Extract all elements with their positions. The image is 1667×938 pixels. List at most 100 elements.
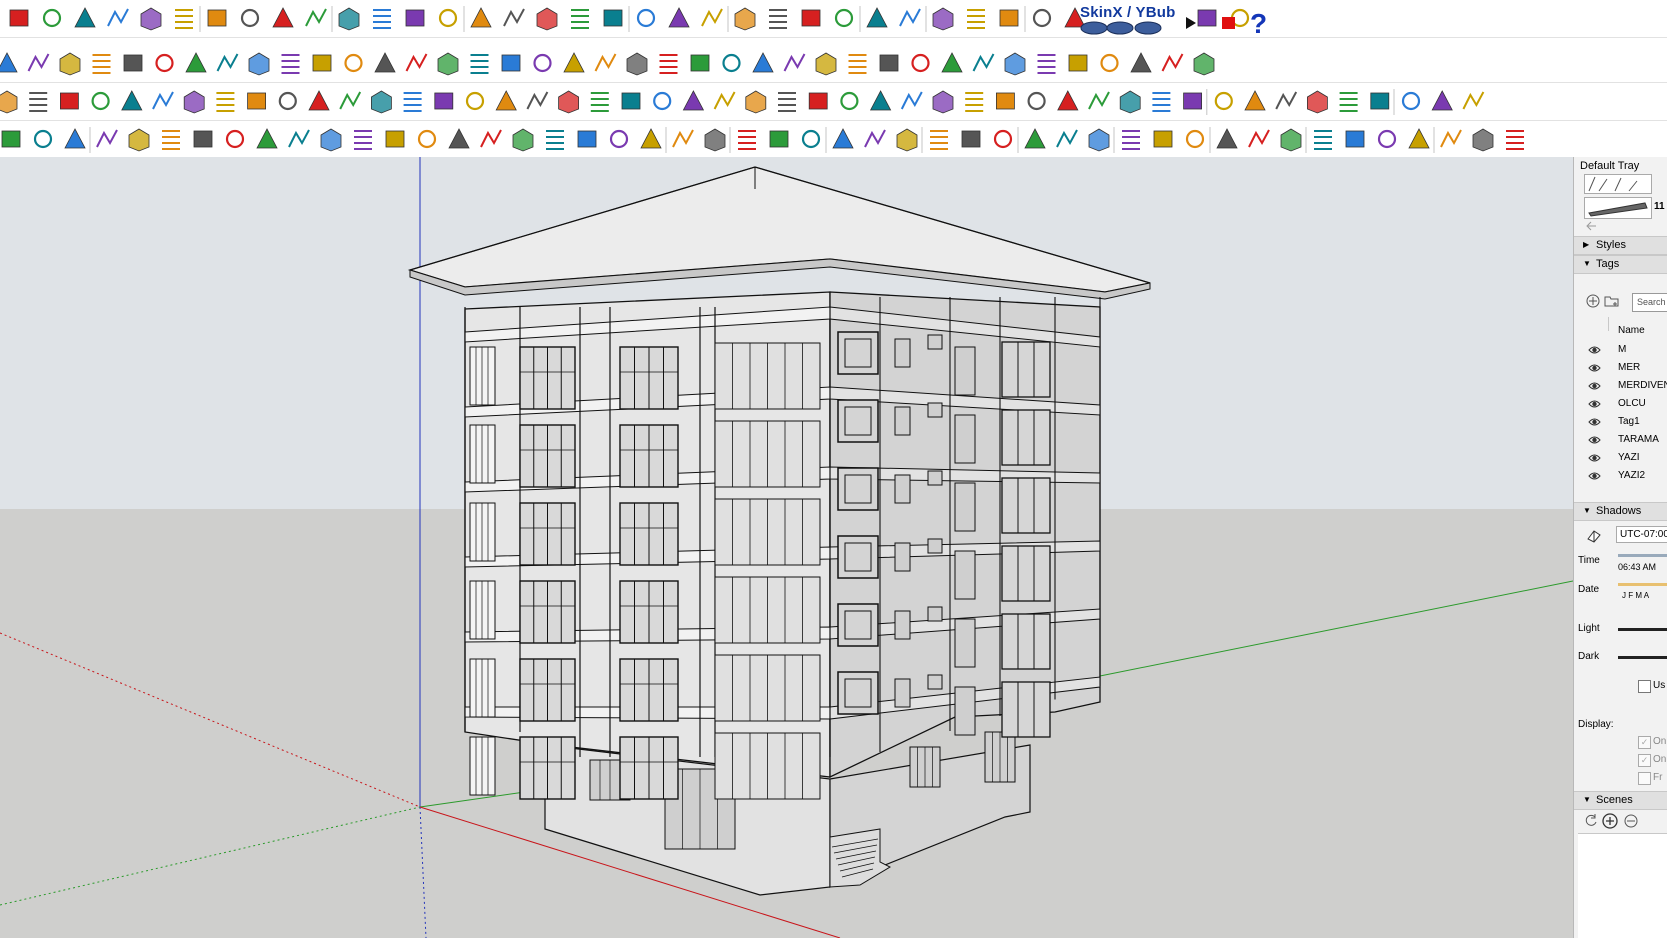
play-icon[interactable] — [1186, 17, 1196, 29]
toolbar-tool-icon[interactable] — [1431, 90, 1453, 111]
toolbar-tool-icon[interactable] — [848, 54, 867, 74]
toolbar-tool-icon[interactable] — [74, 7, 96, 28]
toolbar-tool-icon[interactable] — [930, 130, 948, 150]
toolbar-tool-icon[interactable] — [1307, 90, 1328, 114]
toolbar-tool-icon[interactable] — [308, 90, 330, 111]
toolbar-tool-icon[interactable] — [207, 9, 227, 27]
toolbar-tool-icon[interactable] — [175, 9, 193, 29]
toolbar-tool-icon[interactable] — [344, 53, 363, 73]
add-tag-icon[interactable] — [1586, 294, 1600, 311]
toolbar-tool-icon[interactable] — [1408, 128, 1430, 149]
toolbar-tool-icon[interactable] — [27, 53, 50, 72]
date-slider[interactable] — [1618, 583, 1667, 586]
toolbar-tool-icon[interactable] — [339, 91, 362, 110]
toolbar-tool-icon[interactable] — [621, 92, 641, 110]
toolbar-tool-icon[interactable] — [996, 92, 1015, 110]
toolbar-tool-icon[interactable] — [1345, 130, 1365, 148]
toolbar-tool-icon[interactable] — [225, 129, 245, 149]
toolbar-tool-icon[interactable] — [783, 53, 806, 72]
display-checkbox[interactable] — [1638, 772, 1651, 785]
toolbar-tool-icon[interactable] — [305, 8, 327, 27]
toolbar-tool-icon[interactable] — [1248, 129, 1270, 148]
toolbar-tool-icon[interactable] — [738, 130, 756, 150]
toolbar-tool-icon[interactable] — [288, 129, 310, 148]
toolbar-tool-icon[interactable] — [869, 90, 892, 111]
toolbar-tool-icon[interactable] — [256, 128, 278, 149]
toolbar-tool-icon[interactable] — [1339, 92, 1358, 112]
toolbar-tool-icon[interactable] — [1462, 91, 1485, 110]
toolbar-tool-icon[interactable] — [653, 91, 672, 111]
toolbar-tool-icon[interactable] — [1068, 54, 1088, 72]
toolbar-tool-icon[interactable] — [501, 54, 521, 72]
toolbar-tool-icon[interactable] — [1214, 91, 1233, 111]
toolbar-tool-icon[interactable] — [659, 54, 678, 74]
toolbar-tool-icon[interactable] — [571, 9, 589, 29]
toolbar-tool-icon[interactable] — [533, 53, 552, 73]
toolbar-tool-icon[interactable] — [434, 92, 454, 110]
toolbar-tool-icon[interactable] — [183, 90, 205, 114]
toolbar-tool-icon[interactable] — [33, 129, 53, 149]
toolbar-tool-icon[interactable] — [1056, 129, 1078, 148]
update-scene-icon[interactable] — [1584, 813, 1598, 830]
model-viewport[interactable] — [0, 157, 1573, 938]
toolbar-tool-icon[interactable] — [1244, 90, 1266, 111]
toolbar-tool-icon[interactable] — [1032, 8, 1052, 28]
toolbar-tool-icon[interactable] — [185, 52, 207, 73]
toolbar-tool-icon[interactable] — [682, 90, 705, 111]
toolbar-tool-icon[interactable] — [609, 129, 629, 149]
skinx-tool-icon[interactable] — [1106, 21, 1134, 35]
toolbar-tool-icon[interactable] — [640, 128, 662, 149]
toolbar-tool-icon[interactable] — [248, 52, 270, 76]
use-sun-checkbox[interactable] — [1638, 680, 1651, 693]
toolbar-tool-icon[interactable] — [96, 129, 118, 148]
toolbar-tool-icon[interactable] — [470, 54, 489, 74]
dark-slider[interactable] — [1618, 656, 1667, 659]
toolbar-tool-icon[interactable] — [320, 128, 342, 152]
toolbar-tool-icon[interactable] — [769, 130, 789, 148]
toolbar-tool-icon[interactable] — [64, 128, 86, 149]
toolbar-tool-icon[interactable] — [1130, 52, 1152, 73]
eye-visibility-icon[interactable] — [1588, 344, 1601, 356]
toolbar-tool-icon[interactable] — [1314, 130, 1332, 150]
toolbar-tool-icon[interactable] — [626, 52, 648, 76]
toolbar-tool-icon[interactable] — [247, 92, 267, 110]
toolbar-tool-icon[interactable] — [216, 92, 235, 112]
toolbar-tool-icon[interactable] — [704, 128, 726, 152]
toolbar-tool-icon[interactable] — [834, 8, 854, 28]
toolbar-tool-icon[interactable] — [690, 54, 710, 72]
eye-visibility-icon[interactable] — [1588, 416, 1601, 428]
tag-row[interactable]: OLCU — [1574, 396, 1667, 413]
remove-scene-icon[interactable] — [1624, 814, 1638, 831]
toolbar-tool-icon[interactable] — [1377, 129, 1397, 149]
tag-row[interactable]: YAZI2 — [1574, 468, 1667, 485]
toolbar-tool-icon[interactable] — [403, 92, 422, 112]
toolbar-tool-icon[interactable] — [899, 8, 921, 27]
toolbar-tool-icon[interactable] — [1440, 129, 1462, 148]
toolbar-tool-icon[interactable] — [1057, 90, 1079, 111]
toolbar-tool-icon[interactable] — [961, 130, 981, 148]
tag-row[interactable]: M — [1574, 342, 1667, 359]
add-tag-folder-icon[interactable] — [1604, 294, 1620, 311]
toolbar-tool-icon[interactable] — [0, 52, 18, 73]
toolbar-tool-icon[interactable] — [470, 7, 492, 28]
toolbar-tool-icon[interactable] — [385, 130, 405, 148]
toolbar-tool-icon[interactable] — [1152, 92, 1171, 112]
toolbar-tool-icon[interactable] — [162, 130, 180, 150]
toolbar-tool-icon[interactable] — [354, 130, 372, 150]
tag-search-input[interactable]: Search — [1632, 293, 1667, 312]
toolbar-tool-icon[interactable] — [879, 54, 899, 72]
toolbar-tool-icon[interactable] — [216, 53, 239, 72]
toolbar-tool-icon[interactable] — [745, 90, 767, 114]
toolbar-tool-icon[interactable] — [1153, 130, 1173, 148]
toolbar-tool-icon[interactable] — [152, 91, 174, 110]
toolbar-tool-icon[interactable] — [417, 129, 437, 149]
tag-row[interactable]: Tag1 — [1574, 414, 1667, 431]
eye-visibility-icon[interactable] — [1588, 452, 1601, 464]
toolbar-tool-icon[interactable] — [1088, 91, 1110, 110]
toolbar-tool-icon[interactable] — [448, 128, 470, 149]
toolbar-tool-icon[interactable] — [668, 7, 690, 28]
tag-row[interactable]: YAZI — [1574, 450, 1667, 467]
toolbar-tool-icon[interactable] — [371, 90, 392, 114]
toolbar-tool-icon[interactable] — [240, 8, 260, 28]
toolbar-tool-icon[interactable] — [495, 90, 517, 111]
